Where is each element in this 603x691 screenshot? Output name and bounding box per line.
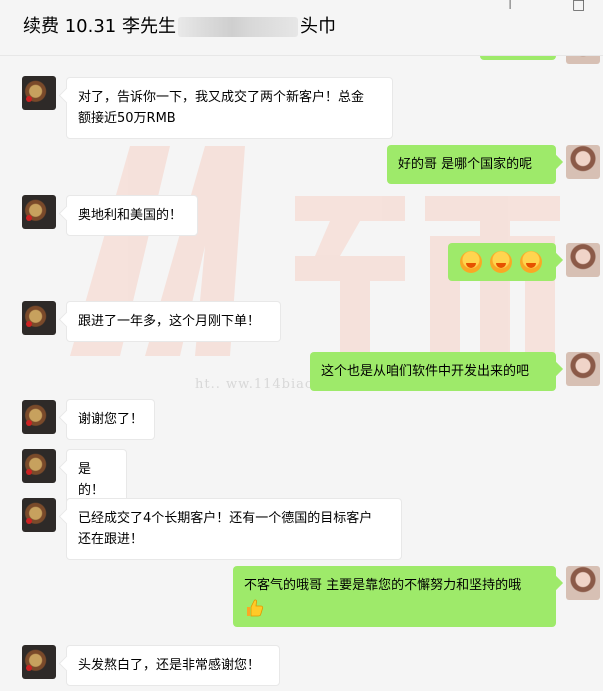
chat-title-left: 续费 10.31 李先生 <box>23 16 176 37</box>
chat-title-right: 头巾 <box>299 16 336 37</box>
chat-area[interactable]: ht.. ww.114biao.com 对了，告诉你一下，我又成交了两个新客户！… <box>0 56 603 691</box>
avatar-contact[interactable] <box>22 76 56 110</box>
message-bubble[interactable]: 跟进了一年多，这个月刚下单！ <box>66 301 281 342</box>
message-bubble[interactable] <box>448 243 556 281</box>
message-bubble[interactable]: 不客气的哦哥 主要是靠您的不懈努力和坚持的哦 <box>233 566 556 627</box>
avatar-self[interactable] <box>566 243 600 277</box>
avatar-self[interactable] <box>566 145 600 179</box>
message-text: 是的！ <box>78 462 105 498</box>
face-emoji <box>520 251 542 273</box>
avatar-self[interactable] <box>566 566 600 600</box>
message-text: 额接近50万RMB <box>78 111 176 126</box>
avatar-contact[interactable] <box>22 498 56 532</box>
avatar-contact[interactable] <box>22 301 56 335</box>
message-bubble[interactable]: 奥地利和美国的！ <box>66 195 198 236</box>
avatar-contact[interactable] <box>22 400 56 434</box>
message-text: 还在跟进！ <box>78 532 144 547</box>
message-text: 跟进了一年多，这个月刚下单！ <box>78 314 261 329</box>
message-bubble[interactable]: 已经成交了4个长期客户！还有一个德国的目标客户 还在跟进！ <box>66 498 402 560</box>
avatar-contact[interactable] <box>22 645 56 679</box>
close-icon[interactable]: □ <box>572 0 585 12</box>
message-bubble[interactable]: 好的哥 是哪个国家的呢 <box>387 145 556 184</box>
message-text: 好的哥 是哪个国家的呢 <box>398 157 533 172</box>
message-text: 对了，告诉你一下，我又成交了两个新客户！总金 <box>78 90 365 105</box>
avatar-contact[interactable] <box>22 449 56 483</box>
pin-icon[interactable]: ⊤ <box>504 0 516 12</box>
message-text: 这个也是从咱们软件中开发出来的吧 <box>321 364 530 379</box>
message-bubble[interactable]: 头发熬白了，还是非常感谢您！ <box>66 645 280 686</box>
partial-bubble <box>480 56 556 60</box>
redacted-name <box>177 17 298 37</box>
avatar-self[interactable] <box>566 56 600 64</box>
message-text: 不客气的哦哥 主要是靠您的不懈努力和坚持的哦 <box>244 578 522 593</box>
avatar-self[interactable] <box>566 352 600 386</box>
face-emoji <box>490 251 512 273</box>
message-text: 奥地利和美国的！ <box>78 208 183 223</box>
message-text: 头发熬白了，还是非常感谢您！ <box>78 658 261 673</box>
message-text: 谢谢您了！ <box>78 412 144 427</box>
avatar-contact[interactable] <box>22 195 56 229</box>
chat-title: 续费 10.31 李先生 头巾 <box>23 14 336 40</box>
message-bubble[interactable]: 谢谢您了！ <box>66 399 155 440</box>
face-emoji <box>460 251 482 273</box>
message-bubble[interactable]: 对了，告诉你一下，我又成交了两个新客户！总金 额接近50万RMB <box>66 77 393 139</box>
message-bubble[interactable]: 这个也是从咱们软件中开发出来的吧 <box>310 352 556 391</box>
message-text: 已经成交了4个长期客户！还有一个德国的目标客户 <box>78 511 373 526</box>
chat-header: 续费 10.31 李先生 头巾 ⊤ □ <box>0 0 603 56</box>
thumbs-up-emoji <box>247 599 264 617</box>
